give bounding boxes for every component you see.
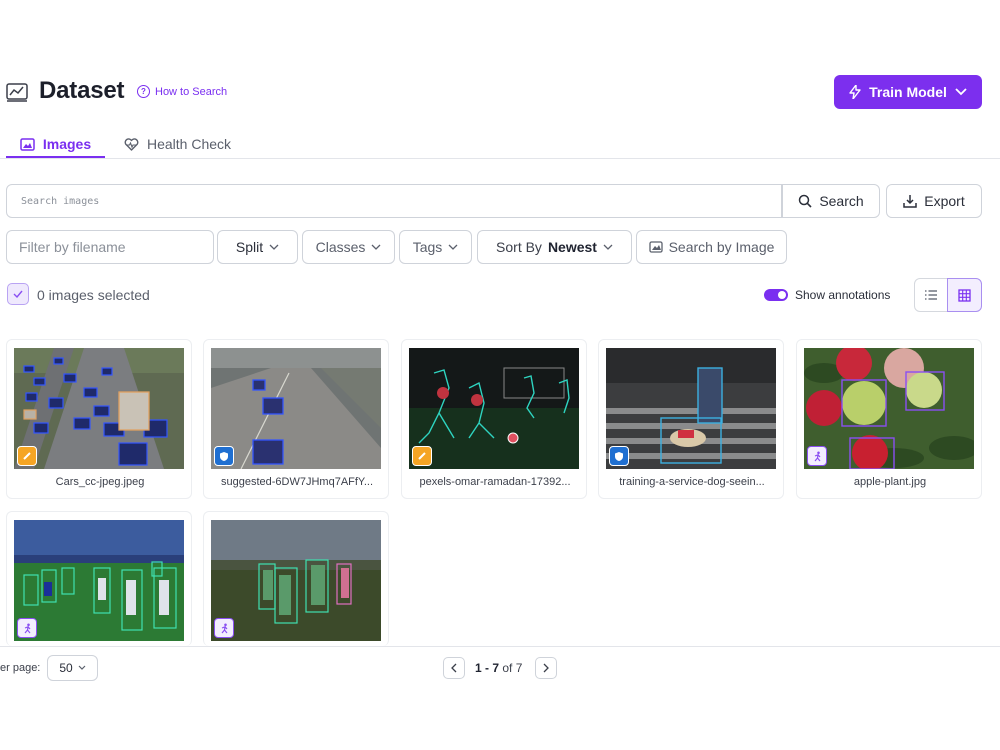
- select-all-checkbox[interactable]: [7, 283, 29, 305]
- split-label: Split: [235, 239, 264, 255]
- image-card[interactable]: suggested-6DW7JHmq7AFfY...: [203, 339, 389, 499]
- per-page-label: er page:: [0, 662, 41, 674]
- image-card[interactable]: [6, 511, 192, 646]
- sort-by-dropdown[interactable]: Sort By Newest: [477, 230, 632, 264]
- chevron-down-icon: [603, 244, 613, 250]
- train-model-label: Train Model: [869, 84, 947, 100]
- lightning-icon: [849, 85, 861, 99]
- pencil-icon: [418, 452, 426, 460]
- sort-by-value: Newest: [547, 239, 597, 255]
- heart-pulse-icon: [124, 137, 139, 151]
- split-dropdown[interactable]: Split: [217, 230, 298, 264]
- toggle-knob: [778, 291, 786, 299]
- chevron-down-icon: [78, 665, 86, 670]
- classes-label: Classes: [315, 239, 366, 255]
- annotation-badge: [609, 446, 629, 466]
- show-annotations-label: Show annotations: [795, 288, 891, 302]
- annotation-badge: [807, 446, 827, 466]
- image-card[interactable]: Cars_cc-jpeg.jpeg: [6, 339, 192, 499]
- pencil-icon: [23, 452, 31, 460]
- search-button-label: Search: [819, 193, 864, 209]
- how-to-search-label: How to Search: [155, 85, 228, 98]
- export-button-label: Export: [924, 193, 965, 209]
- images-selected-count: 0 images selected: [37, 287, 150, 303]
- list-view-button[interactable]: [914, 278, 948, 312]
- image-icon: [648, 241, 663, 253]
- previous-page-button[interactable]: [443, 657, 465, 679]
- footer-divider: [0, 646, 1000, 647]
- image-thumbnail: [606, 348, 776, 469]
- chevron-down-icon: [955, 88, 967, 96]
- tab-images-label: Images: [42, 136, 92, 152]
- image-thumbnail: [804, 348, 974, 469]
- person-running-icon: [24, 623, 30, 633]
- image-thumbnail: [211, 520, 381, 641]
- train-model-button[interactable]: Train Model: [834, 75, 982, 109]
- shield-icon: [220, 451, 228, 461]
- shield-icon: [615, 451, 623, 461]
- annotation-badge: [412, 446, 432, 466]
- list-icon: [925, 290, 937, 300]
- check-icon: [13, 290, 23, 298]
- annotation-badge: [214, 618, 234, 638]
- grid-icon: [958, 288, 971, 302]
- image-filename: training-a-service-dog-seein...: [619, 476, 765, 488]
- person-running-icon: [221, 623, 227, 633]
- sort-by-label: Sort By: [496, 239, 542, 255]
- chevron-down-icon: [371, 244, 381, 250]
- export-button[interactable]: Export: [886, 184, 982, 218]
- image-card[interactable]: [203, 511, 389, 646]
- tab-health-check-label: Health Check: [147, 136, 232, 152]
- per-page-select[interactable]: 50: [47, 655, 98, 681]
- tags-label: Tags: [412, 239, 443, 255]
- image-thumbnail: [409, 348, 579, 469]
- image-filename: pexels-omar-ramadan-17392...: [419, 476, 571, 488]
- annotation-badge: [214, 446, 234, 466]
- dataset-chart-icon: [6, 83, 28, 102]
- image-thumbnail: [211, 348, 381, 469]
- image-filename: suggested-6DW7JHmq7AFfY...: [220, 476, 374, 488]
- next-page-button[interactable]: [535, 657, 557, 679]
- page-title: Dataset: [39, 77, 125, 104]
- download-icon: [903, 195, 918, 208]
- image-card[interactable]: training-a-service-dog-seein...: [598, 339, 784, 499]
- page-range-info: 1 - 7 of 7: [475, 661, 522, 675]
- show-annotations-toggle[interactable]: [764, 289, 788, 301]
- tabs-divider: [0, 158, 1000, 159]
- search-images-input[interactable]: [6, 184, 782, 218]
- page-of-label: of: [502, 661, 513, 675]
- annotation-badge: [17, 618, 37, 638]
- per-page-value: 50: [59, 661, 73, 675]
- search-button[interactable]: Search: [782, 184, 880, 218]
- how-to-search-link[interactable]: ? How to Search: [137, 85, 227, 98]
- image-filename: Cars_cc-jpeg.jpeg: [55, 476, 145, 488]
- classes-dropdown[interactable]: Classes: [302, 230, 395, 264]
- tab-health-check[interactable]: Health Check: [124, 130, 231, 158]
- search-by-image-button[interactable]: Search by Image: [636, 230, 787, 264]
- image-card[interactable]: apple-plant.jpg: [796, 339, 982, 499]
- question-circle-icon: ?: [137, 85, 150, 98]
- image-filename: apple-plant.jpg: [853, 476, 927, 488]
- tab-images[interactable]: Images: [6, 130, 105, 158]
- image-thumbnail: [14, 520, 184, 641]
- filter-filename-input[interactable]: [6, 230, 214, 264]
- chevron-down-icon: [448, 244, 458, 250]
- chevron-down-icon: [269, 244, 279, 250]
- page-total: 7: [515, 661, 523, 675]
- chevron-left-icon: [451, 663, 457, 673]
- tags-dropdown[interactable]: Tags: [399, 230, 472, 264]
- page-range: 1 - 7: [475, 661, 500, 675]
- image-thumbnail: [14, 348, 184, 469]
- search-icon: [799, 194, 812, 208]
- grid-view-button[interactable]: [947, 278, 982, 312]
- annotation-badge: [17, 446, 37, 466]
- image-card[interactable]: pexels-omar-ramadan-17392...: [401, 339, 587, 499]
- image-icon: [20, 137, 35, 151]
- person-running-icon: [814, 451, 820, 461]
- chevron-right-icon: [543, 663, 549, 673]
- search-by-image-label: Search by Image: [668, 239, 775, 255]
